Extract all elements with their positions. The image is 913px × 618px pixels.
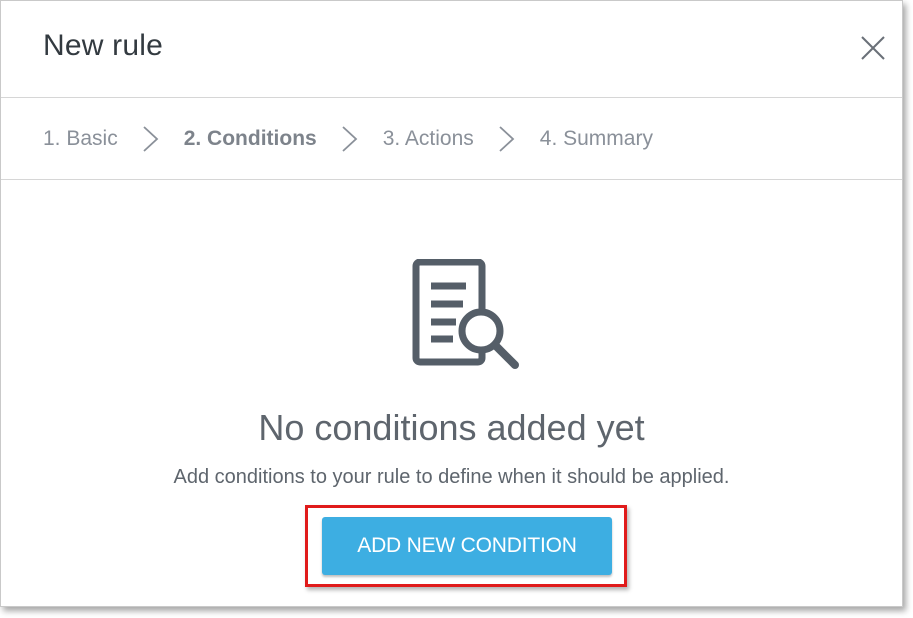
- document-search-icon: [412, 259, 519, 369]
- dialog-header: New rule: [1, 1, 902, 98]
- step-basic[interactable]: 1. Basic: [43, 127, 118, 151]
- empty-state: No conditions added yet Add conditions t…: [1, 181, 902, 601]
- empty-state-title: No conditions added yet: [258, 407, 645, 448]
- chevron-right-icon: [499, 125, 515, 152]
- highlight-annotation: ADD NEW CONDITION: [305, 505, 627, 587]
- chevron-right-icon: [143, 125, 159, 152]
- step-actions[interactable]: 3. Actions: [383, 127, 474, 151]
- empty-state-description: Add conditions to your rule to define wh…: [173, 466, 730, 488]
- dialog-title: New rule: [43, 29, 163, 62]
- step-summary[interactable]: 4. Summary: [540, 127, 653, 151]
- close-icon[interactable]: [860, 35, 886, 61]
- add-new-condition-button[interactable]: ADD NEW CONDITION: [322, 517, 612, 575]
- step-conditions[interactable]: 2. Conditions: [184, 127, 317, 151]
- new-rule-dialog: New rule 1. Basic 2. Conditions 3. Actio…: [0, 0, 903, 607]
- chevron-right-icon: [342, 125, 358, 152]
- wizard-steps: 1. Basic 2. Conditions 3. Actions 4. Sum…: [1, 98, 902, 180]
